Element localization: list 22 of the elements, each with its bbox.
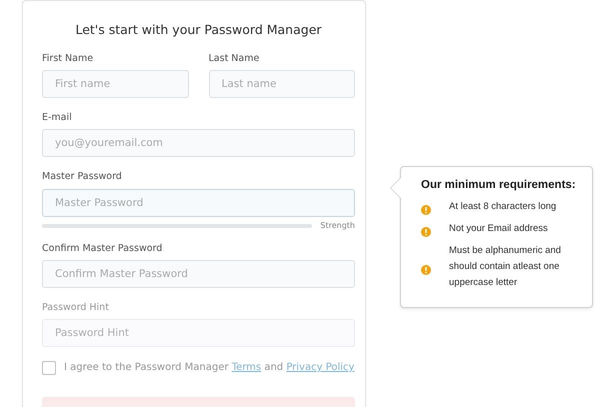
field-label: Last Name [208, 52, 260, 66]
requirement-text: Must be alphanumeric and should contain atleast one uppercase letter [449, 244, 562, 290]
field-label: Confirm Master Password [42, 242, 164, 256]
input-field[interactable]: Master Password [42, 188, 355, 216]
input-field[interactable]: Password Hint [42, 319, 355, 347]
input-field[interactable]: Last name [208, 70, 355, 98]
requirement-text: Not your Email address [449, 222, 548, 236]
input-field[interactable]: First name [42, 70, 188, 98]
field-label: Master Password [42, 170, 123, 184]
input-field[interactable]: you@youremail.com [42, 129, 355, 158]
terms-link[interactable]: Terms [232, 362, 262, 373]
field-label: First Name [42, 52, 94, 66]
agree-checkbox[interactable] [42, 360, 56, 374]
agree-text: I agree to the Password Manager Terms and Privacy Policy [64, 361, 354, 375]
strength-label: Strength [320, 220, 355, 232]
form-title: Let's start with your Password Manager [74, 21, 323, 39]
input-field[interactable]: Confirm Master Password [42, 260, 355, 288]
field-label: Password Hint [42, 300, 110, 315]
requirements-title: Our minimum requirements: [421, 178, 577, 193]
privacy-link[interactable]: Privacy Policy [286, 362, 354, 373]
field-label: E-mail [42, 111, 73, 125]
requirement-text: At least 8 characters long [449, 200, 556, 214]
